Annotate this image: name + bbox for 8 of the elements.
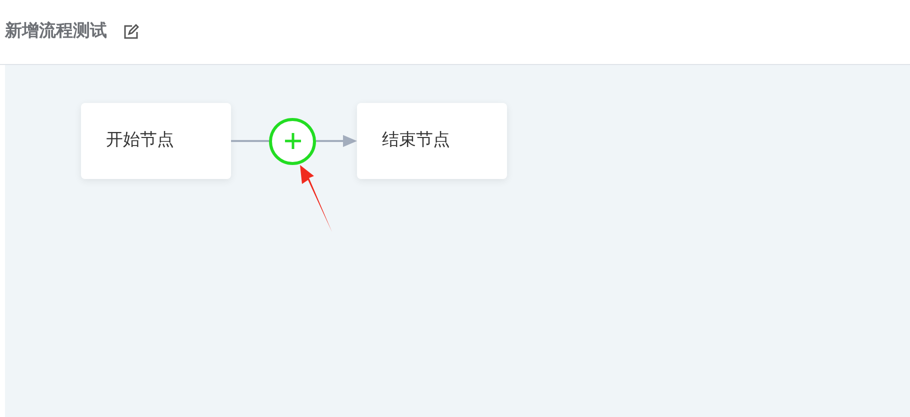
plus-icon [284,132,302,150]
connector-arrow [316,135,357,147]
add-node-button[interactable] [269,118,316,164]
flow-title: 新增流程测试 [5,20,107,44]
connector-line [231,140,269,142]
flow-node[interactable]: 开始节点 [81,103,231,179]
flow-node[interactable]: 结束节点 [357,103,507,179]
edit-icon[interactable] [123,24,139,40]
